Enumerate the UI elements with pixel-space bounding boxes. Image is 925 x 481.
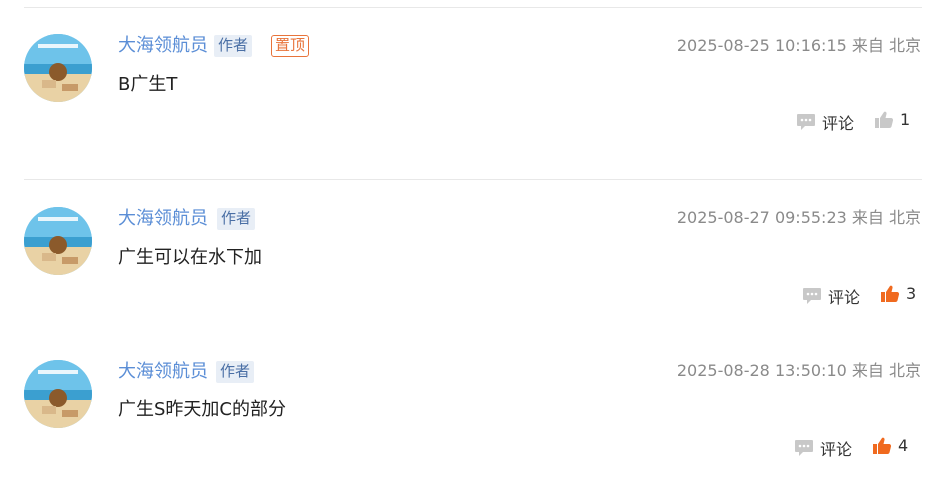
like-count: 4 bbox=[898, 436, 909, 455]
reply-button[interactable]: 评论 bbox=[802, 284, 860, 308]
comment-text: 广生S昨天加C的部分 bbox=[118, 399, 286, 420]
thumbs-up-icon bbox=[880, 285, 900, 303]
speech-bubble-icon bbox=[802, 287, 822, 305]
thumbs-up-icon bbox=[872, 437, 892, 455]
avatar[interactable] bbox=[24, 360, 92, 428]
comment-time: 2025-08-28 13:50:10 bbox=[676, 361, 847, 380]
comment-time: 2025-08-27 09:55:23 bbox=[676, 208, 847, 227]
like-button[interactable]: 4 bbox=[872, 436, 908, 455]
reply-label: 评论 bbox=[828, 288, 861, 307]
divider bbox=[24, 179, 922, 180]
comment-text: 广生可以在水下加 bbox=[118, 247, 262, 268]
avatar[interactable] bbox=[24, 207, 92, 275]
avatar-image bbox=[24, 360, 92, 428]
comment-location: 来自 北京 bbox=[851, 361, 921, 380]
comment-location: 来自 北京 bbox=[851, 208, 921, 227]
author-name[interactable]: 大海领航员 bbox=[118, 208, 208, 230]
comment-meta: 2025-08-28 13:50:10 来自 北京 bbox=[677, 361, 921, 381]
author-badge: 作者 bbox=[216, 361, 255, 383]
speech-bubble-icon bbox=[794, 439, 814, 457]
avatar-image bbox=[24, 207, 92, 275]
comment-item: 大海领航员 作者 2025-08-28 13:50:10 来自 北京 广生S昨天… bbox=[0, 0, 925, 459]
author-badge: 作者 bbox=[217, 208, 256, 230]
comment-meta: 2025-08-27 09:55:23 来自 北京 bbox=[677, 208, 921, 228]
like-count: 3 bbox=[906, 284, 917, 303]
author-name[interactable]: 大海领航员 bbox=[118, 361, 208, 383]
reply-label: 评论 bbox=[820, 440, 853, 459]
like-button[interactable]: 3 bbox=[880, 284, 916, 303]
reply-button[interactable]: 评论 bbox=[794, 436, 852, 460]
